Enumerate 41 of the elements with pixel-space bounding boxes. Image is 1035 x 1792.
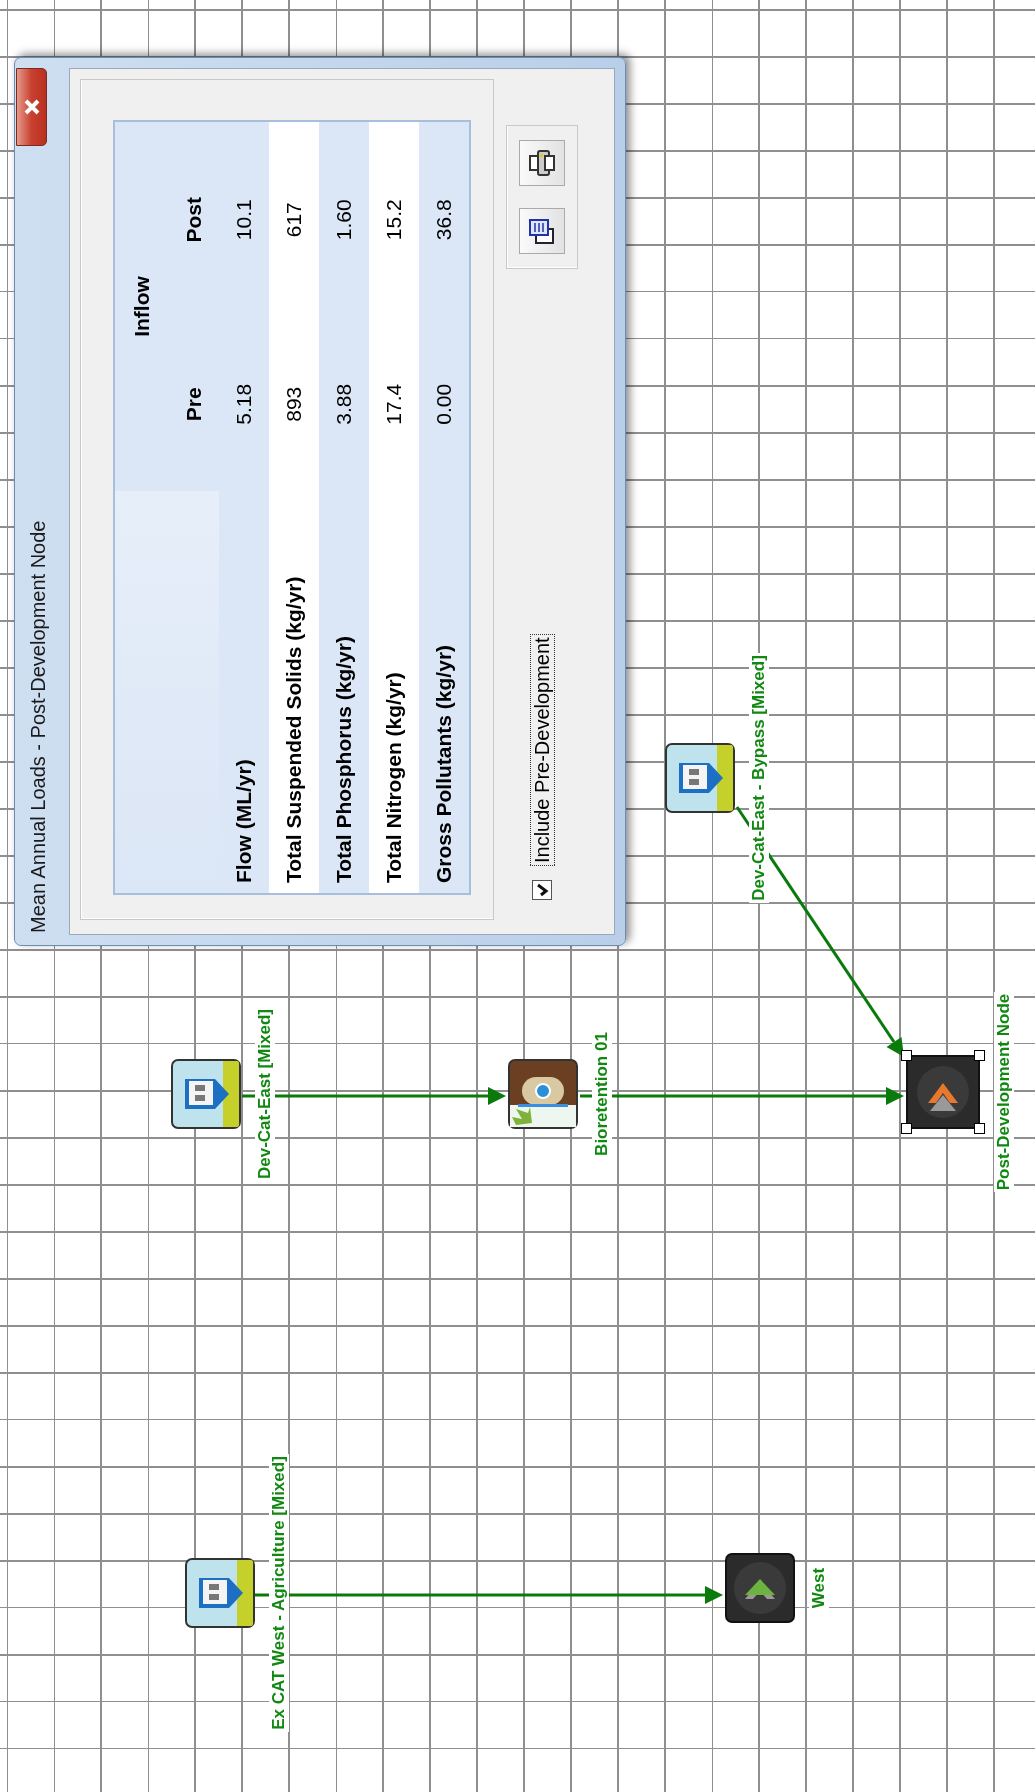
chevron-icon[interactable]	[725, 1553, 795, 1623]
table-cell: 3.88	[319, 317, 369, 491]
node-label: West	[809, 1565, 829, 1611]
selection-handle[interactable]	[901, 1050, 912, 1061]
row-header: Total Nitrogen (kg/yr)	[369, 491, 419, 894]
window-title: Mean Annual Loads - Post-Development Node	[27, 520, 50, 933]
checkbox-label[interactable]: Include Pre-Development	[529, 634, 555, 866]
table-cell: 617	[269, 121, 319, 318]
selection-handle[interactable]	[974, 1050, 985, 1061]
row-header: Gross Pollutants (kg/yr)	[419, 491, 470, 894]
table-cell: 10.1	[219, 121, 269, 318]
node-label: Ex CAT West - Agriculture [Mixed]	[269, 1454, 289, 1732]
row-header: Total Suspended Solids (kg/yr)	[269, 491, 319, 894]
selection-handle[interactable]	[901, 1123, 912, 1134]
column-header: Inflow	[114, 121, 169, 491]
chevron-icon[interactable]	[906, 1055, 980, 1129]
table-cell: 1.60	[319, 121, 369, 318]
table-cell: 5.18	[219, 317, 269, 491]
table-cell: 15.2	[369, 121, 419, 318]
column-header: Pre	[169, 317, 219, 491]
node-label: Dev-Cat-East - Bypass [Mixed]	[749, 653, 769, 903]
node-label: Post-Development Node	[994, 991, 1014, 1193]
node-label: Bioretention 01	[592, 1030, 612, 1158]
house-icon[interactable]	[171, 1059, 241, 1129]
table-cell: 17.4	[369, 317, 419, 491]
table-cell: 0.00	[419, 317, 470, 491]
row-header: Flow (ML/yr)	[219, 491, 269, 894]
checkbox[interactable]	[532, 880, 552, 900]
row-header: Total Phosphorus (kg/yr)	[319, 491, 369, 894]
print-button[interactable]	[519, 140, 565, 186]
selection-handle[interactable]	[974, 1123, 985, 1134]
bioretention-icon[interactable]	[508, 1059, 578, 1129]
close-icon	[22, 98, 41, 116]
table-cell: 893	[269, 317, 319, 491]
table-cell: 36.8	[419, 121, 470, 318]
house-icon[interactable]	[665, 743, 735, 813]
close-button[interactable]	[16, 68, 47, 146]
column-header: Post	[169, 121, 219, 318]
house-icon[interactable]	[185, 1558, 255, 1628]
copy-icon	[527, 216, 557, 246]
copy-button[interactable]	[519, 208, 565, 254]
